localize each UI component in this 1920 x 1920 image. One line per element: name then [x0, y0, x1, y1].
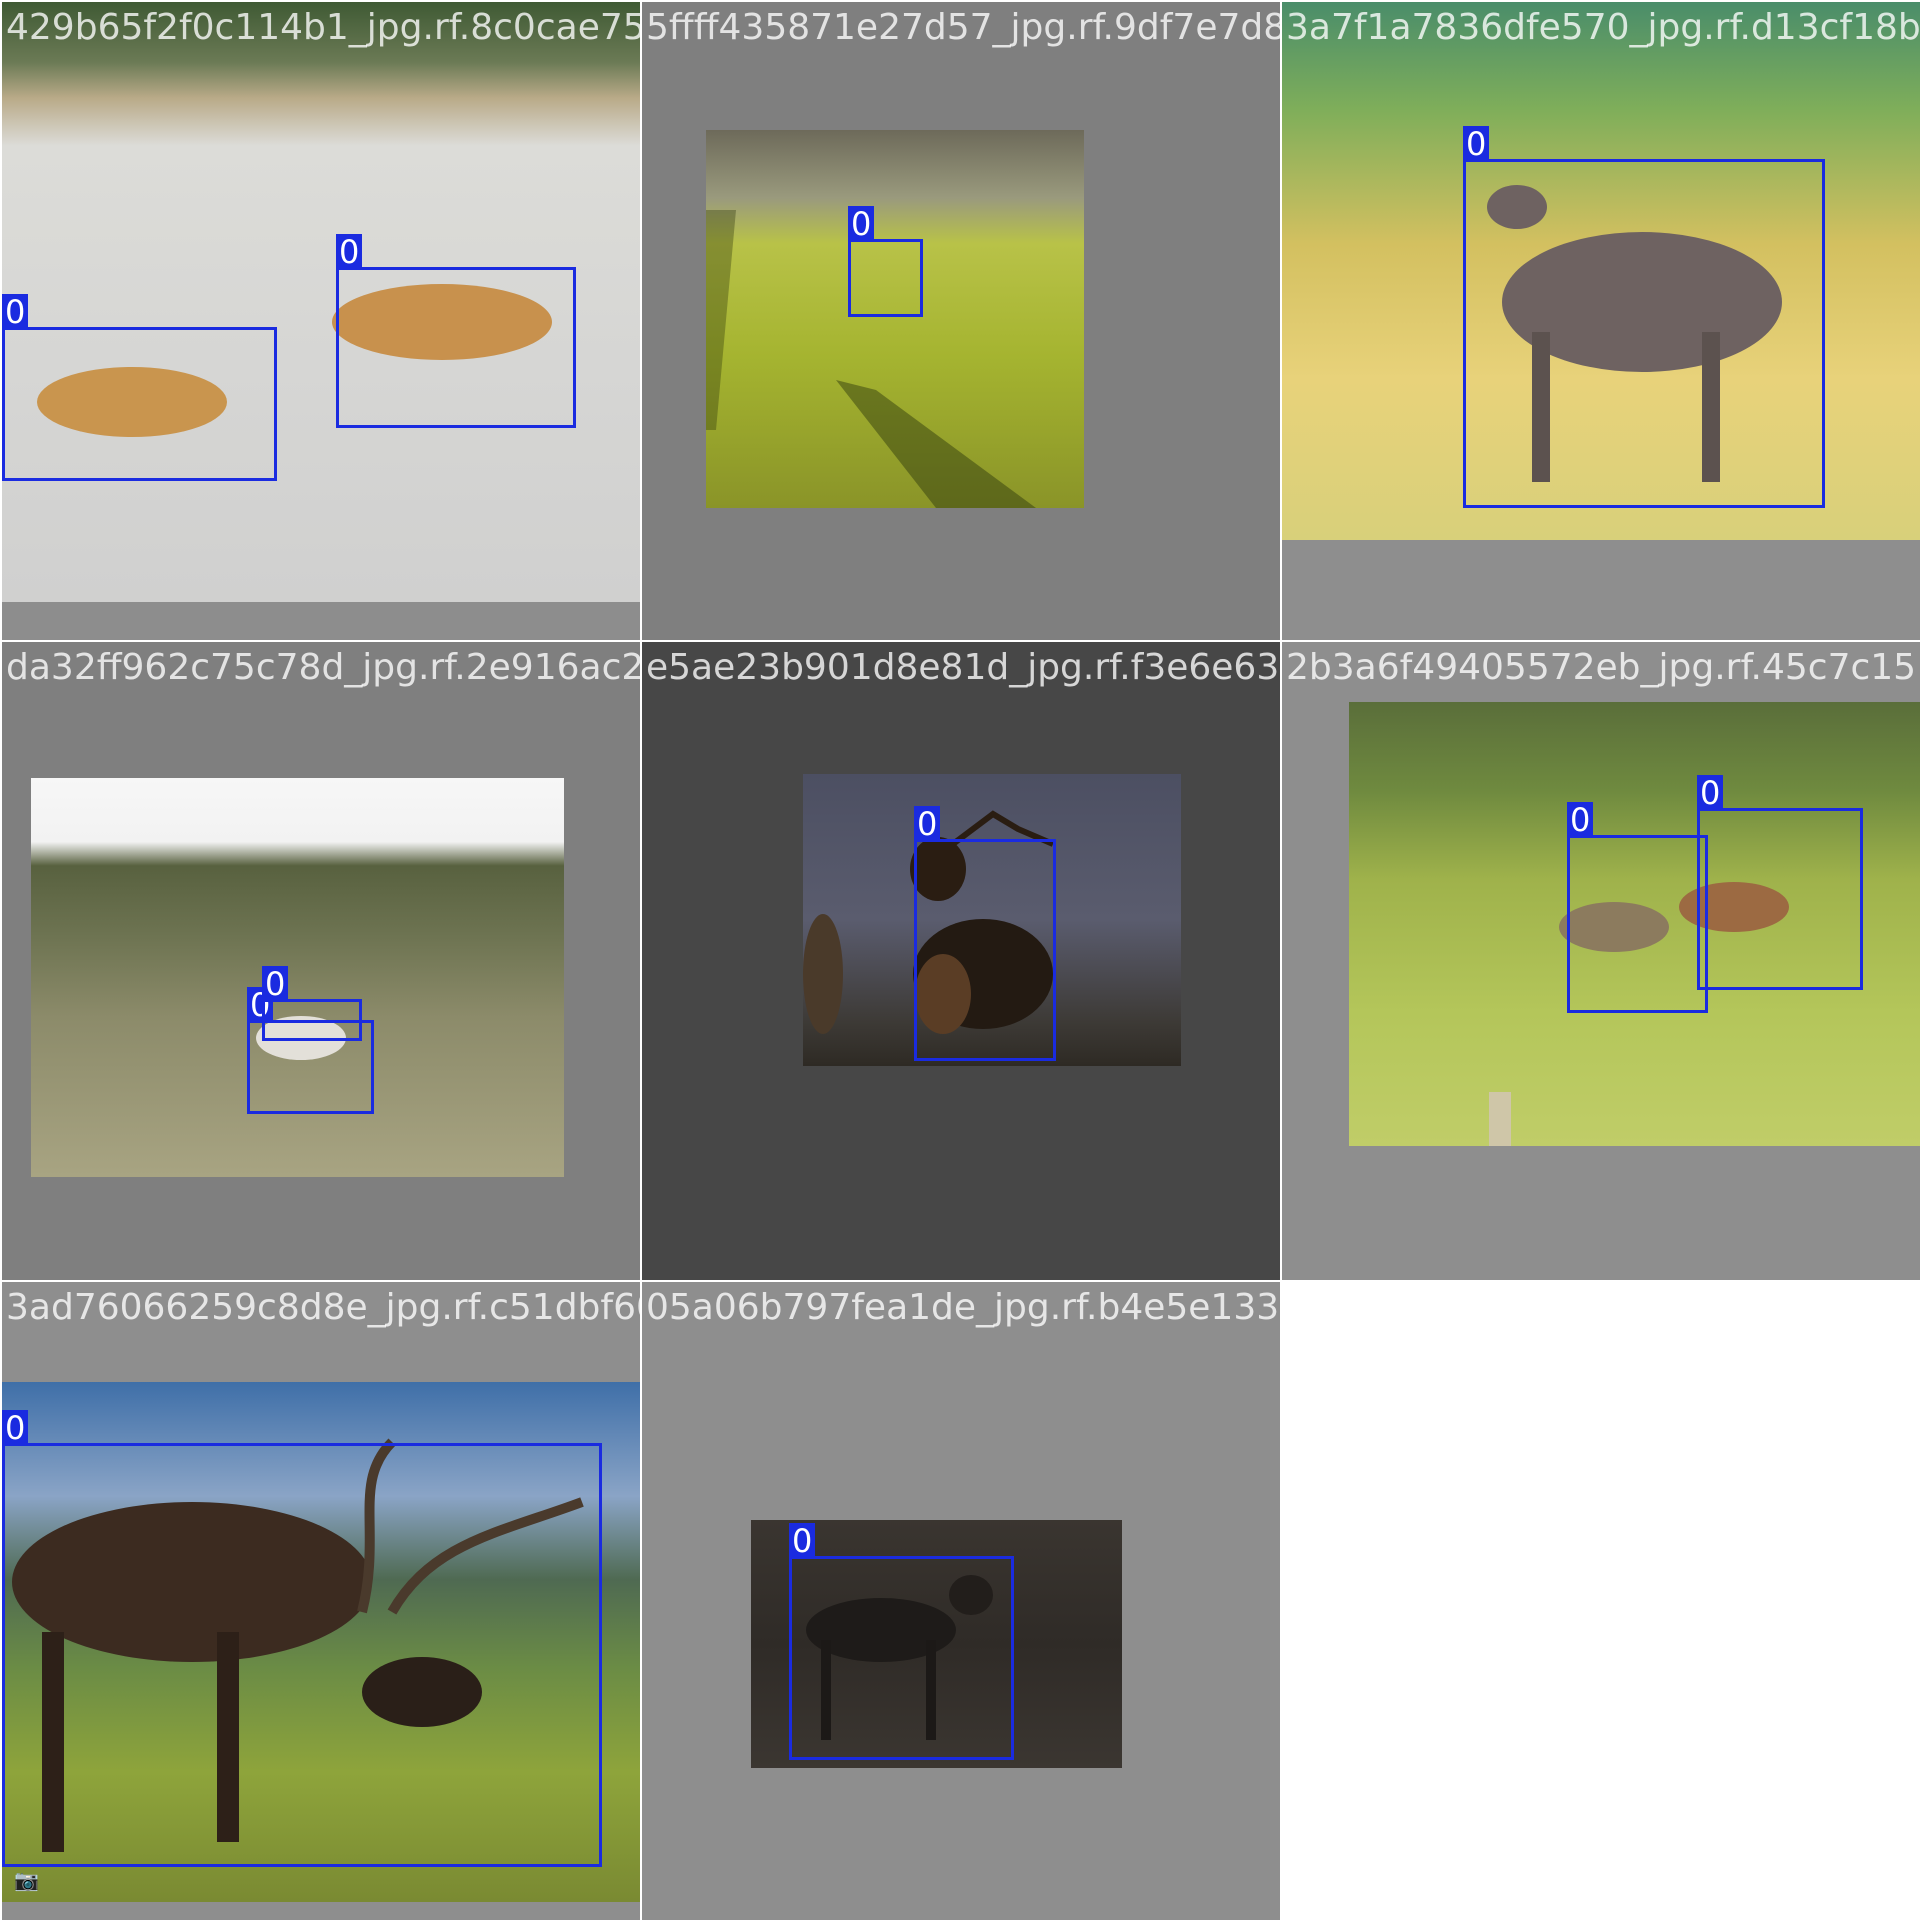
mosaic-grid: 0 0 429b65f2f0c114b1_jpg.rf.8c0cae759b32… — [0, 0, 1920, 1920]
tile-title: da32ff962c75c78d_jpg.rf.2e916ac22f0e3e92… — [6, 647, 640, 688]
class-label: 0 — [2, 294, 29, 330]
class-label: 0 — [914, 806, 941, 842]
detection-box: 0 — [2, 294, 277, 481]
detection-box: 0 — [789, 1523, 1014, 1760]
class-label: 0 — [1697, 775, 1724, 811]
tile-title: 05a06b797fea1de_jpg.rf.b4e5e133ed3f2a8b — [646, 1287, 1280, 1328]
tile-title: 3a7f1a7836dfe570_jpg.rf.d13cf18b18 — [1286, 7, 1920, 48]
photo-reindeer-field — [31, 778, 564, 1177]
mosaic-tile: 0 05a06b797fea1de_jpg.rf.b4e5e133ed3f2a8… — [642, 1282, 1280, 1920]
class-label: 0 — [2, 1410, 29, 1446]
class-label: 0 — [262, 966, 289, 1002]
detection-box: 0 — [1463, 126, 1825, 508]
tile-title: 429b65f2f0c114b1_jpg.rf.8c0cae759b327ff4 — [6, 7, 640, 48]
mosaic-tile: 0 📷 3ad76066259c8d8e_jpg.rf.c51dbf60905a… — [2, 1282, 640, 1920]
detection-box: 0 — [262, 966, 362, 1041]
detection-box: 0 — [1697, 775, 1863, 990]
detection-box: 0 — [1567, 802, 1708, 1013]
tile-title: e5ae23b901d8e81d_jpg.rf.f3e6e6321a2e3a6e… — [646, 647, 1280, 688]
class-label: 0 — [848, 206, 875, 242]
mosaic-tile: 0 0 da32ff962c75c78d_jpg.rf.2e916ac22f0e… — [2, 642, 640, 1280]
mosaic-tile: 0 5ffff435871e27d57_jpg.rf.9df7e7d863e3e… — [642, 2, 1280, 640]
detection-box: 0 — [336, 234, 576, 428]
mosaic-tile: 0 0 429b65f2f0c114b1_jpg.rf.8c0cae759b32… — [2, 2, 640, 640]
mosaic-tile: 0 3a7f1a7836dfe570_jpg.rf.d13cf18b18 — [1282, 2, 1920, 640]
class-label: 0 — [336, 234, 363, 270]
class-label: 0 — [789, 1523, 816, 1559]
class-label: 0 — [1567, 802, 1594, 838]
tile-title: 2b3a6f49405572eb_jpg.rf.45c7c1511 — [1286, 647, 1920, 688]
detection-box: 0 — [2, 1410, 602, 1867]
photo-park-deer — [706, 130, 1084, 508]
detection-box: 0 — [914, 806, 1056, 1061]
mosaic-tile: 0 0 2b3a6f49405572eb_jpg.rf.45c7c1511 — [1282, 642, 1920, 1280]
class-label: 0 — [1463, 126, 1490, 162]
mosaic-tile: 0 e5ae23b901d8e81d_jpg.rf.f3e6e6321a2e3a… — [642, 642, 1280, 1280]
tile-title: 3ad76066259c8d8e_jpg.rf.c51dbf60905a3f6 — [6, 1287, 640, 1328]
camera-icon: 📷 — [14, 1868, 39, 1892]
detection-box: 0 — [848, 206, 923, 317]
tile-title: 5ffff435871e27d57_jpg.rf.9df7e7d863e3e48… — [646, 7, 1280, 48]
